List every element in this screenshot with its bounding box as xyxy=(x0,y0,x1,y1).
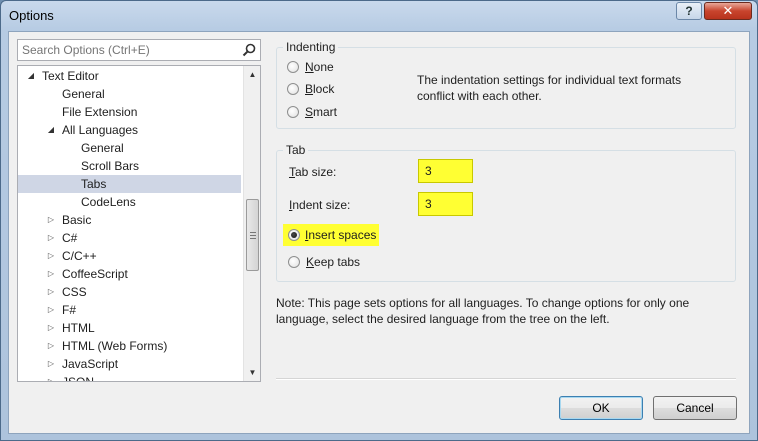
tree-item[interactable]: ▷ C# xyxy=(18,229,241,247)
tree-item[interactable]: General xyxy=(18,85,241,103)
tree-item[interactable]: ▷ F# xyxy=(18,301,241,319)
tree-item-label: File Extension xyxy=(62,105,138,119)
tree-item[interactable]: ▷ CSS xyxy=(18,283,241,301)
radio-none-circle[interactable] xyxy=(287,61,299,73)
tree-item[interactable]: ▷ JavaScript xyxy=(18,355,241,373)
tree-item-label: F# xyxy=(62,303,77,317)
collapse-arrow-icon[interactable]: ◢ xyxy=(26,67,36,85)
indent-size-label: Indent size: xyxy=(289,198,351,212)
radio-insert-spaces-circle[interactable] xyxy=(288,229,300,241)
grip-icon xyxy=(250,232,256,239)
expand-arrow-icon[interactable]: ▷ xyxy=(46,211,56,229)
tree-scrollbar[interactable]: ▲ ▼ xyxy=(243,66,260,381)
expand-arrow-icon[interactable]: ▷ xyxy=(46,265,56,283)
dialog-client-area: ◢ Text Editor General File Extension ◢ All La… xyxy=(8,31,750,434)
radio-insert-spaces[interactable]: Insert spaces xyxy=(283,224,379,246)
search-box[interactable] xyxy=(17,39,261,61)
tree-item-label: Scroll Bars xyxy=(81,159,140,173)
ok-button[interactable]: OK xyxy=(559,396,643,420)
tree-item-label: HTML (Web Forms) xyxy=(62,339,168,353)
indenting-group-title: Indenting xyxy=(283,40,339,54)
tree-item[interactable]: ◢ Text Editor xyxy=(18,67,241,85)
expand-arrow-icon[interactable]: ▷ xyxy=(46,301,56,319)
tree-item[interactable]: Scroll Bars xyxy=(18,157,241,175)
tab-size-label: Tab size: xyxy=(289,165,337,179)
radio-smart-circle[interactable] xyxy=(287,106,299,118)
search-icon[interactable] xyxy=(242,43,256,60)
tree-item-label: CodeLens xyxy=(81,195,136,209)
radio-block-circle[interactable] xyxy=(287,83,299,95)
tree-item[interactable]: ◢ All Languages xyxy=(18,121,241,139)
help-button[interactable]: ? xyxy=(676,2,702,20)
scroll-thumb[interactable] xyxy=(246,199,259,271)
tree-item-label: CoffeeScript xyxy=(62,267,128,281)
separator xyxy=(276,378,736,380)
tab-size-input[interactable]: 3 xyxy=(418,159,473,183)
expand-arrow-icon[interactable]: ▷ xyxy=(46,355,56,373)
scroll-down-icon[interactable]: ▼ xyxy=(244,364,260,381)
search-input[interactable] xyxy=(18,40,236,60)
tree-item[interactable]: ▷ HTML xyxy=(18,319,241,337)
options-tree[interactable]: ◢ Text Editor General File Extension ◢ All La… xyxy=(17,65,261,382)
expand-arrow-icon[interactable]: ▷ xyxy=(46,283,56,301)
indenting-description: The indentation settings for individual … xyxy=(417,73,682,103)
close-button[interactable]: ✕ xyxy=(704,2,752,20)
scroll-up-icon[interactable]: ▲ xyxy=(244,66,260,83)
radio-keep-tabs-circle[interactable] xyxy=(288,256,300,268)
tree-item[interactable]: Tabs xyxy=(18,175,241,193)
tree-item-label: General xyxy=(62,87,105,101)
title-bar[interactable]: Options ? ✕ xyxy=(1,1,757,31)
cancel-button[interactable]: Cancel xyxy=(653,396,737,420)
tree-item[interactable]: ▷ JSON xyxy=(18,373,241,382)
tree-item-label: CSS xyxy=(62,285,87,299)
window-title: Options xyxy=(9,8,54,23)
expand-arrow-icon[interactable]: ▷ xyxy=(46,247,56,265)
expand-arrow-icon[interactable]: ▷ xyxy=(46,229,56,247)
tree-item-label: HTML xyxy=(62,321,95,335)
tab-group-title: Tab xyxy=(283,143,309,157)
tree-item[interactable]: ▷ Basic xyxy=(18,211,241,229)
indent-size-input[interactable]: 3 xyxy=(418,192,473,216)
tree-item-label: C/C++ xyxy=(62,249,97,263)
tree-item[interactable]: ▷ HTML (Web Forms) xyxy=(18,337,241,355)
tree-item-label: Text Editor xyxy=(42,69,99,83)
tree-item[interactable]: General xyxy=(18,139,241,157)
tree-item-label: General xyxy=(81,141,124,155)
tree-item[interactable]: ▷ C/C++ xyxy=(18,247,241,265)
expand-arrow-icon[interactable]: ▷ xyxy=(46,337,56,355)
tree-item-label: Basic xyxy=(62,213,92,227)
tree-item[interactable]: File Extension xyxy=(18,103,241,121)
tree-item-label: All Languages xyxy=(62,123,139,137)
tab-group: Tab Tab size: 3 Indent size: 3 Insert sp… xyxy=(276,143,736,282)
tree-item[interactable]: CodeLens xyxy=(18,193,241,211)
indenting-group: Indenting None Block Smart The indentati… xyxy=(276,40,736,129)
tree-item-label: JavaScript xyxy=(62,357,119,371)
tree-item-label: JSON xyxy=(62,375,95,382)
expand-arrow-icon[interactable]: ▷ xyxy=(46,373,56,381)
note-text: Note: This page sets options for all lan… xyxy=(276,296,690,326)
tree-item[interactable]: ▷ CoffeeScript xyxy=(18,265,241,283)
expand-arrow-icon[interactable]: ▷ xyxy=(46,319,56,337)
tree-item-label: Tabs xyxy=(81,177,107,191)
options-dialog: Options ? ✕ ◢ Text Editor General File Exte… xyxy=(0,0,758,441)
tree-item-label: C# xyxy=(62,231,78,245)
collapse-arrow-icon[interactable]: ◢ xyxy=(46,121,56,139)
